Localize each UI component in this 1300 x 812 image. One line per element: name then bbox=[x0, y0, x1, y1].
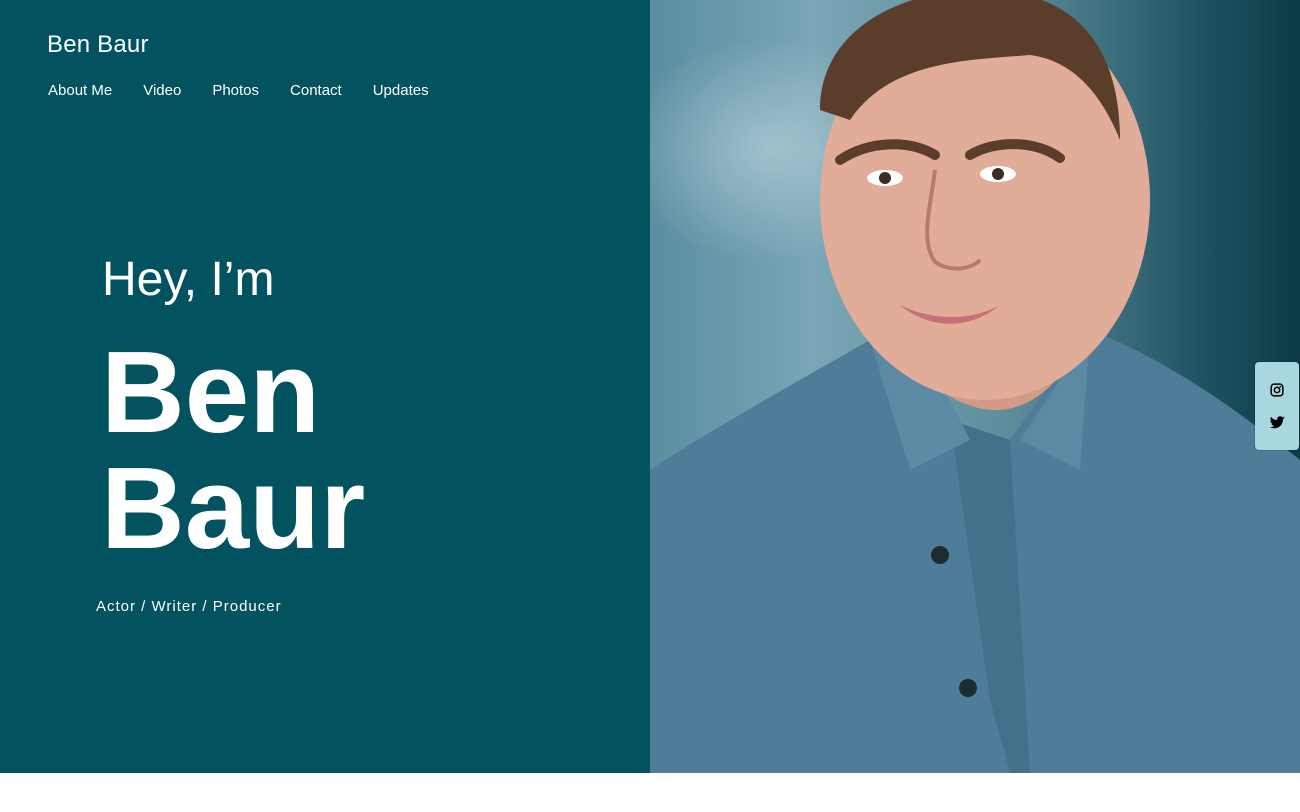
instagram-icon bbox=[1270, 383, 1284, 397]
hero-name: Ben Baur bbox=[101, 334, 365, 566]
nav-item-contact[interactable]: Contact bbox=[290, 82, 342, 99]
hero-name-first: Ben bbox=[101, 327, 321, 457]
hero-name-last: Baur bbox=[101, 443, 366, 573]
site-title[interactable]: Ben Baur bbox=[47, 31, 149, 59]
hero-greeting: Hey, I’m bbox=[102, 253, 275, 306]
hero-roles: Actor / Writer / Producer bbox=[96, 598, 282, 615]
twitter-icon bbox=[1269, 415, 1285, 428]
hero-left-panel: Ben Baur About Me Video Photos Contact U… bbox=[0, 0, 650, 773]
nav-item-updates[interactable]: Updates bbox=[373, 82, 429, 99]
main-nav: About Me Video Photos Contact Updates bbox=[48, 82, 460, 99]
instagram-link[interactable] bbox=[1265, 378, 1289, 402]
social-bar bbox=[1255, 362, 1299, 450]
twitter-link[interactable] bbox=[1265, 410, 1289, 434]
nav-item-photos[interactable]: Photos bbox=[212, 82, 259, 99]
portrait-photo bbox=[650, 0, 1300, 773]
portrait-illustration bbox=[650, 0, 1300, 773]
nav-item-video[interactable]: Video bbox=[143, 82, 181, 99]
nav-item-about-me[interactable]: About Me bbox=[48, 82, 112, 99]
